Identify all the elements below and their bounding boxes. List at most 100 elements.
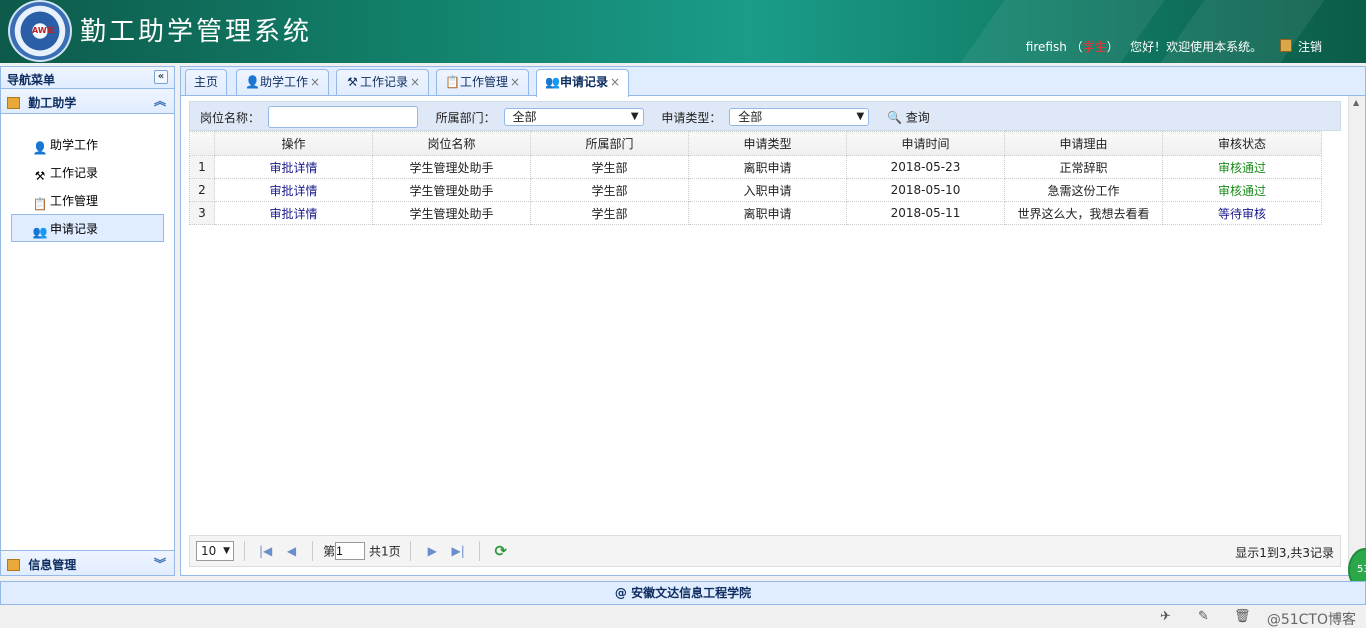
edit-icon[interactable]: ✎ <box>1198 609 1209 624</box>
chevron-up-icon[interactable]: ︽ <box>154 92 166 109</box>
user-role: 学生 <box>1082 40 1107 54</box>
tab-work-manage[interactable]: 📋工作管理 × <box>436 69 530 95</box>
browser-status-bar: ✈ ✎ 🗑 @51CTO博客 <box>0 606 1366 628</box>
sidebar-item-work[interactable]: 👤 助学工作 <box>11 130 164 158</box>
sidebar-item-work-record[interactable]: ⚒ 工作记录 <box>11 158 164 186</box>
last-page-icon[interactable]: ▶| <box>447 544 469 558</box>
page-number-input[interactable] <box>335 542 366 560</box>
post-cell: 学生管理处助手 <box>372 201 531 225</box>
sidebar-item-apply-record[interactable]: 👥 申请记录 <box>11 214 164 242</box>
clipboard-icon: 📋 <box>445 75 460 89</box>
hammer-icon: ⚒ <box>347 75 358 89</box>
main-panel: 主页 👤助学工作 × ⚒ 工作记录 × 📋工作管理 × 👥申请记录 × 岗位名称： 所属部… <box>180 66 1366 576</box>
query-button[interactable]: 🔍 查询 <box>887 111 930 125</box>
chevron-down-icon: ▼ <box>223 546 230 556</box>
next-page-icon[interactable]: ▶ <box>421 544 443 558</box>
status-badge: 审核通过 <box>1162 178 1322 202</box>
trash-icon[interactable]: 🗑 <box>1234 609 1251 624</box>
watermark: @51CTO博客 <box>1266 612 1356 628</box>
apply-type-label: 申请类型： <box>661 110 722 125</box>
vertical-scrollbar[interactable]: ▲ <box>1348 96 1365 575</box>
page-total: 共1页 <box>368 544 401 559</box>
first-page-icon[interactable]: |◀ <box>255 544 277 558</box>
nav-panel-header: 导航菜单 « <box>1 67 174 89</box>
reason-cell: 急需这份工作 <box>1004 178 1163 202</box>
apply-type-select[interactable]: 全部 ▼ <box>729 108 870 126</box>
user-area: firefish （学生） 您好！欢迎使用本系统。 注销 <box>1025 39 1322 54</box>
post-name-label: 岗位名称： <box>200 110 261 125</box>
refresh-icon[interactable]: ⟳ <box>490 542 512 560</box>
column-header[interactable]: 审核状态 <box>1162 131 1322 156</box>
chevron-down-icon: ▼ <box>856 111 865 122</box>
tab-apply-record[interactable]: 👥申请记录 × <box>536 69 630 97</box>
tab-content: 岗位名称： 所属部门： 全部 ▼ 申请类型： 全部 ▼ 🔍 查询 操作 岗位名称 所… <box>189 101 1341 573</box>
chevron-down-icon[interactable]: ︾ <box>154 555 166 572</box>
row-number: 1 <box>189 155 215 179</box>
reason-cell: 世界这么大，我想去看看 <box>1004 201 1163 225</box>
pin-icon[interactable]: ✈ <box>1160 609 1171 624</box>
collapse-sidebar-icon[interactable]: « <box>154 70 168 84</box>
clipboard-icon: 📋 <box>32 197 48 211</box>
menu-list: 👤 助学工作 ⚒ 工作记录 📋 工作管理 👥 申请记录 <box>1 114 174 242</box>
date-cell: 2018-05-11 <box>846 201 1005 225</box>
greeting-text: 您好！欢迎使用本系统。 <box>1130 40 1263 54</box>
close-icon[interactable]: × <box>410 75 420 89</box>
column-header[interactable]: 岗位名称 <box>372 131 531 156</box>
post-name-input[interactable] <box>267 106 418 128</box>
type-cell: 离职申请 <box>688 201 847 225</box>
person-icon: 👤 <box>32 141 48 155</box>
page-size-select[interactable]: 10 ▼ <box>196 541 234 561</box>
reason-cell: 正常辞职 <box>1004 155 1163 179</box>
close-icon[interactable]: × <box>310 75 320 89</box>
users-icon: 👥 <box>545 75 560 89</box>
column-header[interactable]: 申请时间 <box>846 131 1005 156</box>
accordion-header-work-study[interactable]: 勤工助学 ︽ <box>1 89 174 114</box>
logout-icon[interactable] <box>1279 39 1292 52</box>
column-header[interactable]: 操作 <box>214 131 373 156</box>
approval-detail-link[interactable]: 审批详情 <box>214 155 373 179</box>
users-icon: 👥 <box>32 225 48 239</box>
nav-panel-title: 导航菜单 <box>7 73 56 87</box>
tab-home[interactable]: 主页 <box>185 69 228 95</box>
pagination-bar: 10▼ |◀ ◀ 第 共1页 ▶ ▶| ⟳ 显示1到3,共3记录 <box>189 535 1341 567</box>
table-row[interactable]: 1 审批详情 学生管理处助手 学生部 离职申请 2018-05-23 正常辞职 … <box>189 155 1322 179</box>
column-header[interactable]: 申请类型 <box>688 131 847 156</box>
page-footer: @ 安徽文达信息工程学院 <box>0 581 1366 605</box>
school-logo-icon: AWIE <box>8 0 72 62</box>
approval-detail-link[interactable]: 审批详情 <box>214 201 373 225</box>
hammer-icon: ⚒ <box>34 169 46 183</box>
scroll-up-icon[interactable]: ▲ <box>1353 98 1359 107</box>
logout-link[interactable]: 注销 <box>1298 40 1322 54</box>
column-header[interactable]: 所属部门 <box>530 131 689 156</box>
pagination-info: 显示1到3,共3记录 <box>1235 546 1334 560</box>
search-icon: 🔍 <box>887 110 902 125</box>
close-icon[interactable]: × <box>510 75 520 89</box>
table-row[interactable]: 2 审批详情 学生管理处助手 学生部 入职申请 2018-05-10 急需这份工… <box>189 178 1322 202</box>
close-icon[interactable]: × <box>610 75 620 89</box>
date-cell: 2018-05-10 <box>846 178 1005 202</box>
tab-bar: 主页 👤助学工作 × ⚒ 工作记录 × 📋工作管理 × 👥申请记录 × <box>181 67 1365 97</box>
table-row[interactable]: 3 审批详情 学生管理处助手 学生部 离职申请 2018-05-11 世界这么大… <box>189 201 1322 225</box>
folder-icon <box>7 97 20 109</box>
approval-detail-link[interactable]: 审批详情 <box>214 178 373 202</box>
folder-icon <box>7 559 20 571</box>
status-badge: 等待审核 <box>1162 201 1322 225</box>
username: firefish <box>1025 40 1067 54</box>
accordion-header-info-manage[interactable]: 信息管理 ︾ <box>1 550 174 575</box>
page-prefix: 第 <box>323 544 336 559</box>
post-cell: 学生管理处助手 <box>372 155 531 179</box>
department-select[interactable]: 全部 ▼ <box>503 108 644 126</box>
apply-record-table: 操作 岗位名称 所属部门 申请类型 申请时间 申请理由 审核状态 1 审批详情 … <box>189 131 1322 225</box>
type-cell: 入职申请 <box>688 178 847 202</box>
prev-page-icon[interactable]: ◀ <box>280 544 302 558</box>
dept-cell: 学生部 <box>530 155 689 179</box>
app-header: AWIE 勤工助学管理系统 firefish （学生） 您好！欢迎使用本系统。 … <box>0 0 1366 63</box>
row-number: 3 <box>189 201 215 225</box>
department-label: 所属部门： <box>435 110 496 125</box>
tab-work[interactable]: 👤助学工作 × <box>236 69 330 95</box>
chevron-down-icon: ▼ <box>630 111 639 122</box>
column-header[interactable]: 申请理由 <box>1004 131 1163 156</box>
sidebar-item-work-manage[interactable]: 📋 工作管理 <box>11 186 164 214</box>
tab-work-record[interactable]: ⚒ 工作记录 × <box>336 69 430 95</box>
system-title: 勤工助学管理系统 <box>80 17 313 47</box>
